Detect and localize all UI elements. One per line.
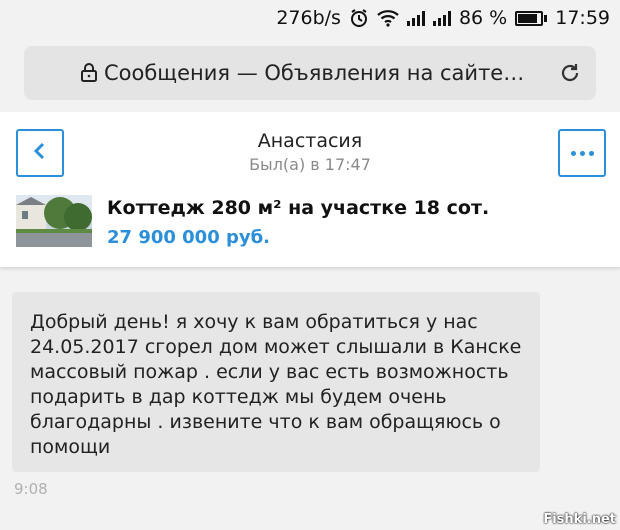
more-options-button[interactable] bbox=[558, 129, 606, 177]
contact-name: Анастасия bbox=[257, 130, 363, 152]
address-bar[interactable]: Сообщения — Объявления на сайте… bbox=[24, 46, 596, 100]
listing-price: 27 900 000 руб. bbox=[107, 227, 271, 248]
signal-icon bbox=[406, 10, 425, 26]
battery-icon bbox=[515, 10, 548, 26]
address-text[interactable]: Сообщения — Объявления на сайте… bbox=[104, 61, 544, 85]
watermark: Fishki.net bbox=[543, 512, 616, 527]
battery-fill bbox=[518, 13, 538, 23]
message-bubble: Добрый день! я хочу к вам обратиться у н… bbox=[12, 292, 540, 472]
message-text: Добрый день! я хочу к вам обратиться у н… bbox=[30, 311, 522, 458]
last-seen: Был(а) в 17:47 bbox=[249, 155, 371, 174]
more-dots-icon bbox=[570, 150, 594, 156]
battery-percent: 86 % bbox=[458, 7, 508, 29]
listing-title[interactable]: Коттедж 280 м² на участке 18 сот. bbox=[107, 197, 489, 219]
lock-icon bbox=[80, 62, 98, 86]
reload-icon[interactable] bbox=[558, 61, 582, 85]
status-bar: 276b/s 86 % 17:59 bbox=[0, 0, 620, 36]
clock: 17:59 bbox=[555, 7, 610, 29]
wifi-icon bbox=[377, 9, 399, 27]
listing-thumbnail[interactable] bbox=[16, 195, 92, 247]
network-speed: 276b/s bbox=[276, 7, 341, 29]
signal-icon bbox=[432, 10, 451, 26]
alarm-icon bbox=[349, 8, 369, 28]
chat-header: Анастасия Был(а) в 17:47 Коттедж 280 м² … bbox=[0, 112, 620, 267]
message-time: 9:08 bbox=[14, 480, 48, 498]
